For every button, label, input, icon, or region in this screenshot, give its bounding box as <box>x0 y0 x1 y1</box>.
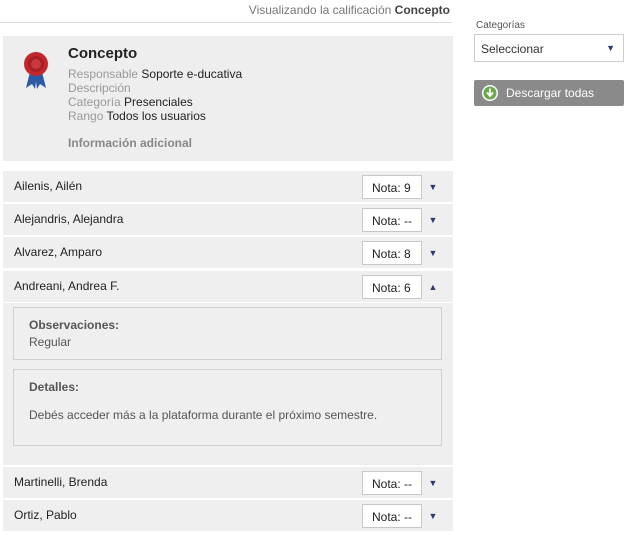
nota-field[interactable]: Nota: 9 <box>362 175 422 199</box>
header-prefix: Visualizando la calificación <box>248 3 392 17</box>
responsable-label: Responsable <box>68 67 139 81</box>
student-name: Alejandris, Alejandra <box>14 212 124 226</box>
categoria-label: Categoría <box>68 95 121 109</box>
header-grade-name: Concepto <box>394 3 450 17</box>
categoria-value: Presenciales <box>124 95 193 109</box>
nota-field[interactable]: Nota: 8 <box>362 241 422 265</box>
student-name: Martinelli, Brenda <box>14 475 108 489</box>
nota-value: -- <box>404 477 413 491</box>
detalles-value: Debés acceder más a la plataforma durant… <box>29 408 378 422</box>
category-select[interactable]: Seleccionar ▼ <box>474 34 624 62</box>
meta-responsable: Responsable Soporte e-ducativa <box>68 67 242 81</box>
nota-field[interactable]: Nota: -- <box>362 504 422 528</box>
nota-value: -- <box>404 214 413 228</box>
responsable-value: Soporte e-ducativa <box>141 67 243 81</box>
observaciones-value: Regular <box>29 335 72 349</box>
nota-value: 6 <box>404 281 411 295</box>
nota-label: Nota: <box>372 181 401 195</box>
download-icon <box>482 85 498 101</box>
meta-descripcion: Descripción <box>68 81 131 95</box>
nota-value: 8 <box>404 247 411 261</box>
grade-title: Concepto <box>68 45 138 62</box>
chevron-down-icon[interactable]: ▼ <box>427 214 439 226</box>
meta-categoria: Categoría Presenciales <box>68 95 193 109</box>
chevron-down-icon[interactable]: ▼ <box>427 510 439 522</box>
chevron-down-icon: ▼ <box>606 43 615 53</box>
chevron-down-icon[interactable]: ▼ <box>427 477 439 489</box>
nota-label: Nota: <box>372 214 401 228</box>
rango-value: Todos los usuarios <box>106 109 206 123</box>
student-name: Andreani, Andrea F. <box>14 279 120 293</box>
meta-rango: Rango Todos los usuarios <box>68 109 206 123</box>
nota-field[interactable]: Nota: -- <box>362 208 422 232</box>
nota-label: Nota: <box>372 477 401 491</box>
student-name: Ortiz, Pablo <box>14 508 77 522</box>
nota-value: -- <box>404 510 413 524</box>
chevron-down-icon[interactable]: ▼ <box>427 181 439 193</box>
additional-info-link[interactable]: Información adicional <box>68 136 192 150</box>
select-value: Seleccionar <box>481 42 544 56</box>
download-all-button[interactable]: Descargar todas <box>474 80 624 106</box>
nota-label: Nota: <box>372 281 401 295</box>
rango-label: Rango <box>68 109 104 123</box>
chevron-down-icon[interactable]: ▼ <box>427 247 439 259</box>
student-row[interactable]: Alvarez, Amparo Nota: 8 ▼ <box>3 237 453 269</box>
nota-value: 9 <box>404 181 411 195</box>
detalles-label: Detalles: <box>29 380 80 394</box>
student-row[interactable]: Ailenis, Ailén Nota: 9 ▼ <box>3 171 453 203</box>
student-row[interactable]: Andreani, Andrea F. Nota: 6 ▲ <box>3 271 453 303</box>
award-ribbon-icon <box>24 52 48 89</box>
descripcion-label: Descripción <box>68 81 131 95</box>
nota-field[interactable]: Nota: 6 <box>362 275 422 299</box>
chevron-up-icon[interactable]: ▲ <box>427 281 439 293</box>
nota-label: Nota: <box>372 247 401 261</box>
expanded-student-panel: Andreani, Andrea F. Nota: 6 ▲ Observacio… <box>3 271 453 465</box>
observaciones-box: Observaciones: Regular <box>13 307 442 360</box>
categorias-label: Categorías <box>476 20 525 31</box>
nota-label: Nota: <box>372 510 401 524</box>
student-name: Alvarez, Amparo <box>14 245 103 259</box>
observaciones-label: Observaciones: <box>29 318 120 332</box>
detalles-box: Detalles: Debés acceder más a la platafo… <box>13 369 442 446</box>
nota-field[interactable]: Nota: -- <box>362 471 422 495</box>
download-label: Descargar todas <box>506 86 595 100</box>
breadcrumb: Visualizando la calificación Concepto <box>0 0 452 23</box>
student-row[interactable]: Martinelli, Brenda Nota: -- ▼ <box>3 467 453 499</box>
student-row[interactable]: Ortiz, Pablo Nota: -- ▼ <box>3 500 453 532</box>
grade-info-panel: Concepto Responsable Soporte e-ducativa … <box>3 36 453 161</box>
student-row[interactable]: Alejandris, Alejandra Nota: -- ▼ <box>3 204 453 236</box>
student-name: Ailenis, Ailén <box>14 179 83 193</box>
